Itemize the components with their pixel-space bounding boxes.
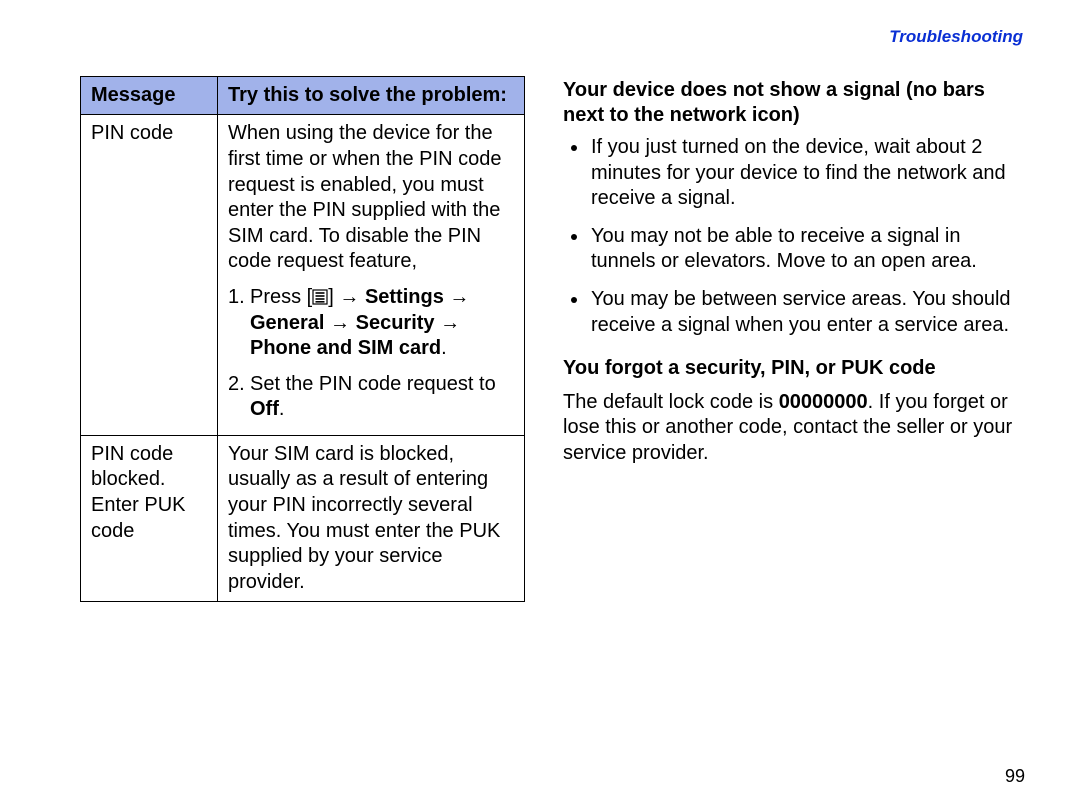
menu-key-icon bbox=[312, 289, 328, 305]
two-column-layout: Message Try this to solve the problem: P… bbox=[80, 76, 1025, 603]
step-number: 1. bbox=[228, 285, 250, 362]
cell-message: PIN code blocked. Enter PUK code bbox=[81, 435, 218, 602]
menu-path-settings: Settings bbox=[365, 286, 444, 308]
cell-message: PIN code bbox=[81, 115, 218, 436]
header-solution: Try this to solve the problem: bbox=[218, 76, 525, 115]
menu-path-general: General bbox=[250, 312, 324, 334]
menu-path-phone-sim: Phone and SIM card bbox=[250, 337, 441, 359]
step-text: Press [] → Settings → General → Security… bbox=[250, 285, 516, 362]
menu-path-security: Security bbox=[356, 312, 435, 334]
step-number: 2. bbox=[228, 372, 250, 423]
step-text: Set the PIN code request to Off. bbox=[250, 372, 516, 423]
value-off: Off bbox=[250, 398, 279, 420]
troubleshooting-table: Message Try this to solve the problem: P… bbox=[80, 76, 525, 603]
no-signal-bullet-list: If you just turned on the device, wait a… bbox=[563, 135, 1025, 338]
page-number: 99 bbox=[1005, 765, 1025, 788]
left-column: Message Try this to solve the problem: P… bbox=[80, 76, 525, 603]
right-column: Your device does not show a signal (no b… bbox=[563, 76, 1025, 603]
manual-page: Troubleshooting Message Try this to solv… bbox=[0, 0, 1080, 810]
cell-solution: When using the device for the first time… bbox=[218, 115, 525, 436]
table-row: PIN code blocked. Enter PUK code Your SI… bbox=[81, 435, 525, 602]
section-title-no-signal: Your device does not show a signal (no b… bbox=[563, 78, 1025, 129]
header-message: Message bbox=[81, 76, 218, 115]
forgot-code-paragraph: The default lock code is 00000000. If yo… bbox=[563, 390, 1025, 467]
step-2: 2. Set the PIN code request to Off. bbox=[228, 372, 516, 423]
cell-solution: Your SIM card is blocked, usually as a r… bbox=[218, 435, 525, 602]
page-header: Troubleshooting bbox=[80, 26, 1025, 48]
list-item: If you just turned on the device, wait a… bbox=[589, 135, 1025, 212]
step-1: 1. Press [] → Settings → General → Secur… bbox=[228, 285, 516, 362]
default-lock-code: 00000000 bbox=[779, 391, 868, 413]
solution-intro: When using the device for the first time… bbox=[228, 121, 516, 275]
list-item: You may not be able to receive a signal … bbox=[589, 224, 1025, 275]
section-title-forgot-code: You forgot a security, PIN, or PUK code bbox=[563, 356, 1025, 382]
list-item: You may be between service areas. You sh… bbox=[589, 287, 1025, 338]
table-row: PIN code When using the device for the f… bbox=[81, 115, 525, 436]
table-header-row: Message Try this to solve the problem: bbox=[81, 76, 525, 115]
